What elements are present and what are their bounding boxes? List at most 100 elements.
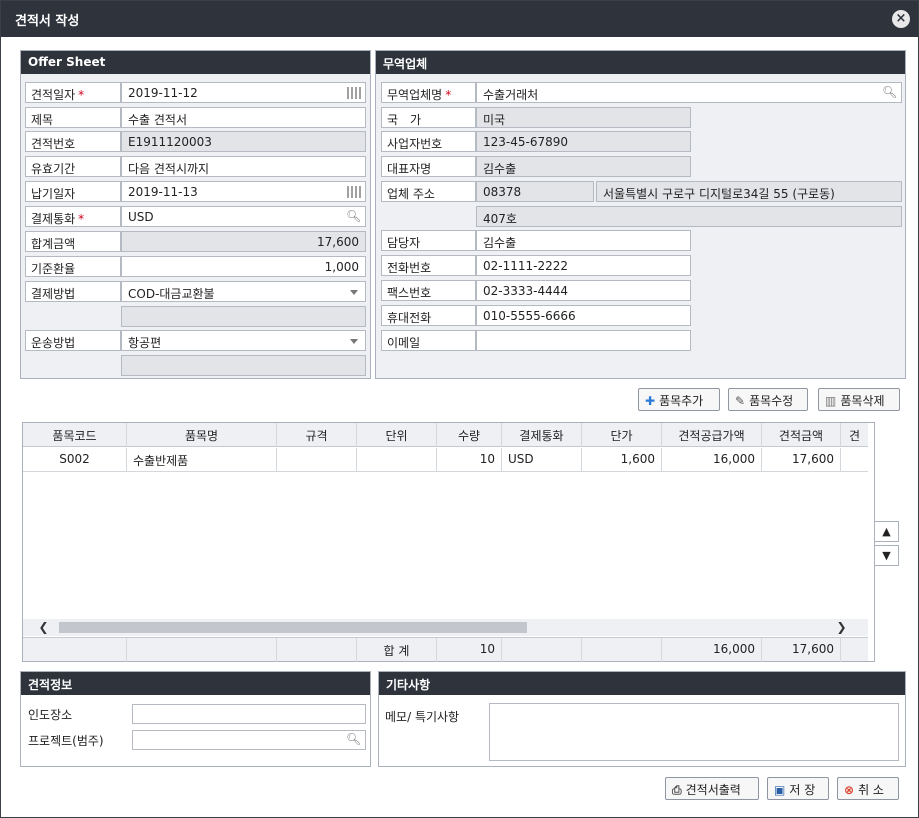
edit-icon: ✎: [735, 394, 746, 408]
column-header[interactable]: 규격: [277, 423, 357, 447]
table-cell: 수출반제품: [127, 448, 277, 472]
shipping-extra-field: [121, 355, 366, 376]
calendar-icon[interactable]: [347, 87, 361, 99]
column-header[interactable]: 견적금액: [762, 423, 841, 447]
footer-total-label: 합 계: [357, 638, 437, 662]
table-cell: 1,600: [582, 448, 662, 472]
scroll-left-icon[interactable]: ❮: [35, 619, 52, 636]
business-number-field: 123-45-67890: [476, 131, 691, 152]
field-label: 운송방법: [25, 330, 121, 351]
etc-panel: 기타사항 메모/ 특기사항: [378, 671, 906, 767]
email-input[interactable]: [476, 330, 691, 351]
field-label: 기준환율: [25, 256, 121, 277]
offer-row-rate: 기준환율 1,000: [25, 256, 366, 277]
offer-sheet-header: Offer Sheet: [21, 51, 370, 74]
field-label: 대표자명: [381, 156, 476, 177]
title-input[interactable]: 수출 견적서: [121, 107, 366, 128]
currency-input[interactable]: USD 🔍︎: [121, 206, 366, 227]
trade-company-panel: 무역업체 무역업체명 * 수출거래처 🔍︎ 국 가 미국 사업자번호 123-45-…: [375, 50, 906, 379]
column-header[interactable]: 결제통화: [502, 423, 582, 447]
search-icon[interactable]: 🔍︎: [346, 209, 361, 224]
table-cell: [357, 448, 437, 472]
manager-input[interactable]: 김수출: [476, 230, 691, 251]
trade-company-input[interactable]: 수출거래처 🔍︎: [476, 82, 902, 103]
chevron-down-icon[interactable]: [350, 339, 358, 344]
field-label: 견적번호: [25, 131, 121, 152]
trash-icon: ▥: [825, 394, 837, 408]
project-label: 프로젝트(범주): [28, 734, 104, 748]
print-quote-button[interactable]: ⎙ 견적서출력: [665, 777, 759, 800]
quote-dialog: 견적서 작성 × Offer Sheet 견적일자 * 2019-11-12 제목…: [0, 0, 919, 818]
column-header[interactable]: 수량: [437, 423, 502, 447]
table-row[interactable]: S002 수출반제품 10 USD 1,600 16,000 17,600: [23, 448, 868, 472]
items-grid[interactable]: 품목코드 품목명 규격 단위 수량 결제통화 단가 견적공급가액 견적금액 견 …: [22, 422, 875, 662]
offer-row-payment: 결제방법 COD-대금교환불: [25, 281, 366, 302]
trade-row-address: 업체 주소 08378 서울특별시 구로구 디지털로34길 55 (구로동): [381, 181, 902, 202]
field-label: 휴대전화: [381, 305, 476, 326]
scroll-right-icon[interactable]: ❯: [833, 619, 850, 636]
field-label: 결제통화 *: [25, 206, 121, 227]
search-icon[interactable]: 🔍︎: [882, 85, 897, 100]
field-label: 업체 주소: [381, 181, 476, 202]
move-up-button[interactable]: ▲: [874, 521, 899, 542]
move-down-button[interactable]: ▼: [874, 545, 899, 566]
delivery-place-label: 인도장소: [28, 708, 73, 722]
field-label: 전화번호: [381, 255, 476, 276]
total-amount-field: 17,600: [121, 231, 366, 252]
grid-header: 품목코드 품목명 규격 단위 수량 결제통화 단가 견적공급가액 견적금액 견: [23, 423, 868, 447]
validity-input[interactable]: 다음 견적시까지: [121, 156, 366, 177]
field-label: 견적일자 *: [25, 82, 121, 103]
column-header[interactable]: 견적공급가액: [662, 423, 762, 447]
cancel-icon: ⊗: [844, 783, 855, 797]
quote-date-input[interactable]: 2019-11-12: [121, 82, 366, 103]
close-icon[interactable]: ×: [892, 10, 910, 28]
country-field: 미국: [476, 107, 691, 128]
memo-textarea[interactable]: [489, 703, 899, 761]
printer-icon: ⎙: [672, 783, 682, 797]
table-cell: 16,000: [662, 448, 762, 472]
table-cell: [841, 448, 868, 472]
field-label: 결제방법: [25, 281, 121, 302]
trade-row-bizno: 사업자번호 123-45-67890: [381, 131, 902, 152]
delete-item-button[interactable]: ▥ 품목삭제: [818, 388, 900, 411]
memo-label: 메모/ 특기사항: [385, 710, 460, 724]
calendar-icon[interactable]: [347, 186, 361, 198]
footer-cell: [127, 638, 277, 662]
save-button[interactable]: ▣ 저 장: [767, 777, 829, 800]
chevron-down-icon[interactable]: [350, 290, 358, 295]
offer-row-delivery: 납기일자 2019-11-13: [25, 181, 366, 202]
mobile-input[interactable]: 010-5555-6666: [476, 305, 691, 326]
column-header[interactable]: 단위: [357, 423, 437, 447]
table-cell: S002: [23, 448, 127, 472]
horizontal-scrollbar[interactable]: ❮ ❯: [23, 619, 868, 636]
delivery-date-input[interactable]: 2019-11-13: [121, 181, 366, 202]
grid-footer: 합 계 10 16,000 17,600: [23, 637, 868, 662]
offer-row-validity: 유효기간 다음 견적시까지: [25, 156, 366, 177]
phone-input[interactable]: 02-1111-2222: [476, 255, 691, 276]
payment-method-select[interactable]: COD-대금교환불: [121, 281, 366, 302]
field-label: 팩스번호: [381, 280, 476, 301]
delivery-place-input[interactable]: [132, 704, 366, 724]
field-label: 합계금액: [25, 231, 121, 252]
offer-row-total: 합계금액 17,600: [25, 231, 366, 252]
quote-info-header: 견적정보: [21, 672, 370, 695]
search-icon[interactable]: 🔍︎: [346, 732, 361, 747]
column-header[interactable]: 견: [841, 423, 868, 447]
fax-input[interactable]: 02-3333-4444: [476, 280, 691, 301]
field-label: 납기일자: [25, 181, 121, 202]
table-cell: 17,600: [762, 448, 841, 472]
shipping-method-select[interactable]: 항공편: [121, 330, 366, 351]
column-header[interactable]: 단가: [582, 423, 662, 447]
exchange-rate-input[interactable]: 1,000: [121, 256, 366, 277]
add-item-button[interactable]: ✚ 품목추가: [638, 388, 720, 411]
column-header[interactable]: 품목코드: [23, 423, 127, 447]
project-input[interactable]: 🔍︎: [132, 730, 366, 750]
payment-extra-field: [121, 306, 366, 327]
address-detail-field: 407호: [476, 206, 902, 227]
column-header[interactable]: 품목명: [127, 423, 277, 447]
edit-item-button[interactable]: ✎ 품목수정: [728, 388, 808, 411]
quote-number-field: E1911120003: [121, 131, 366, 152]
cancel-button[interactable]: ⊗ 취 소: [837, 777, 899, 800]
scroll-thumb[interactable]: [59, 622, 527, 633]
trade-row-ceo: 대표자명 김수출: [381, 156, 902, 177]
